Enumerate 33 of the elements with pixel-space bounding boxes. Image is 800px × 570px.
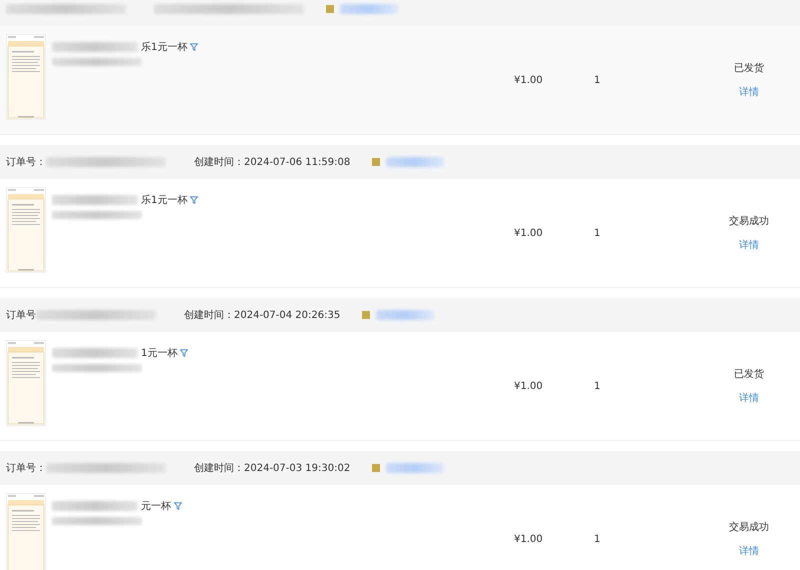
redacted-text <box>376 310 434 320</box>
redacted-text <box>340 4 398 14</box>
quantity: 1 <box>594 534 602 544</box>
product-title[interactable]: 元一杯 <box>141 499 171 513</box>
filter-icon[interactable] <box>190 196 198 204</box>
details-link[interactable]: 详情 <box>739 238 759 252</box>
price: ¥1.00 <box>514 534 544 544</box>
redacted-text <box>386 463 444 473</box>
order-number-label: 订单号： <box>6 156 46 169</box>
order-status: 交易成功 <box>729 520 769 534</box>
details-link[interactable]: 详情 <box>739 544 759 558</box>
created-time: 创建时间：2024-07-04 20:26:35 <box>184 308 340 322</box>
details-link[interactable]: 详情 <box>739 391 759 405</box>
price: ¥1.00 <box>514 228 544 238</box>
price: ¥1.00 <box>514 380 544 392</box>
order-number-label: 订单号： <box>6 462 46 475</box>
filter-icon[interactable] <box>190 43 198 51</box>
quantity: 1 <box>594 380 602 392</box>
quantity: 1 <box>594 74 602 86</box>
price: ¥1.00 <box>514 74 544 86</box>
product-title[interactable]: 乐1元一杯 <box>141 193 188 207</box>
created-time: 创建时间：2024-07-03 19:30:02 <box>194 462 350 475</box>
product-title[interactable]: 1元一杯 <box>141 346 178 360</box>
product-title[interactable]: 乐1元一杯 <box>141 40 188 54</box>
order-number-label: 订单号 <box>6 308 36 322</box>
filter-icon[interactable] <box>180 349 188 357</box>
created-time: 创建时间：2024-07-06 11:59:08 <box>194 156 350 169</box>
filter-icon[interactable] <box>174 502 182 510</box>
order-status: 已发货 <box>734 368 764 381</box>
order-status: 交易成功 <box>729 214 769 228</box>
redacted-text <box>386 157 444 167</box>
quantity: 1 <box>594 228 602 238</box>
order-status: 已发货 <box>734 62 764 75</box>
